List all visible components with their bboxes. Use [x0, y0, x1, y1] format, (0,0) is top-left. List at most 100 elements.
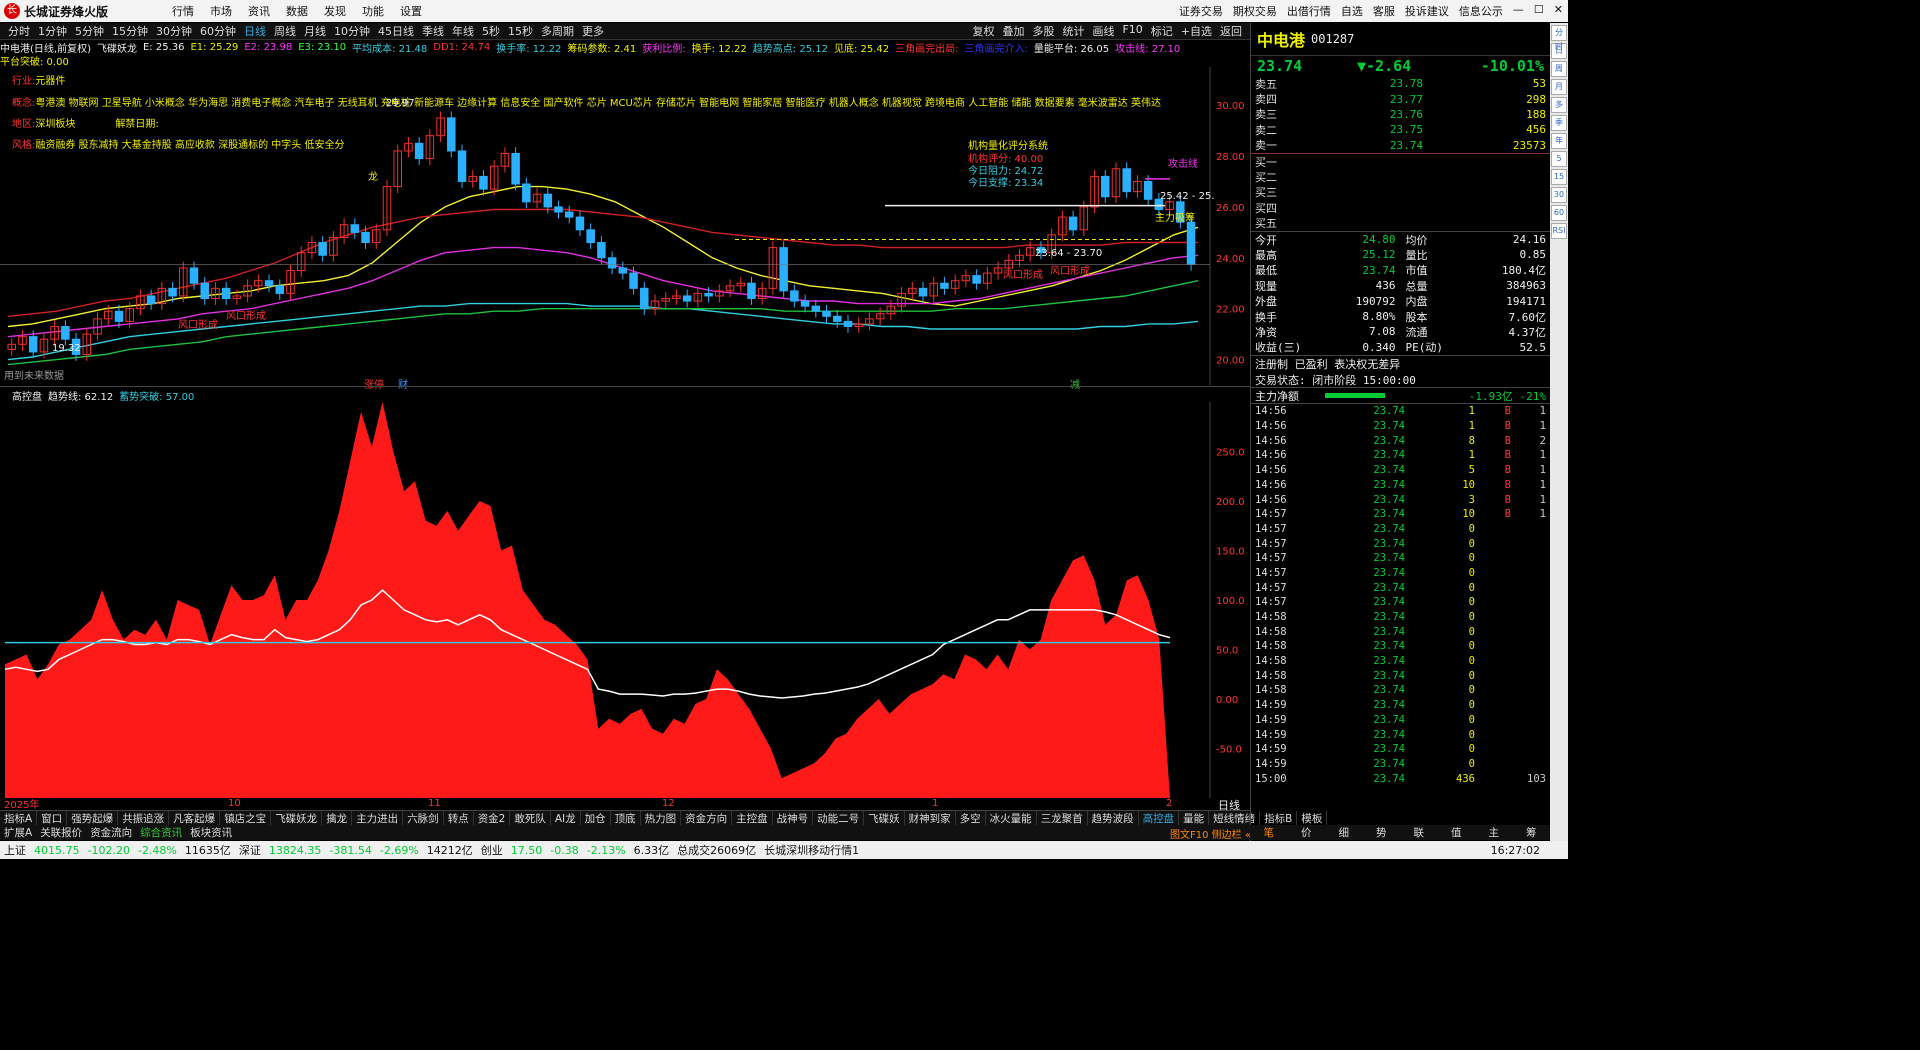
menu-2[interactable]: 资讯: [248, 3, 270, 19]
period-12[interactable]: 年线: [452, 23, 474, 39]
indicator-tab-19[interactable]: 战神号: [773, 810, 814, 826]
chart-tool-0[interactable]: 复权: [972, 23, 994, 39]
period-2[interactable]: 5分钟: [75, 23, 104, 39]
sidebar-btn-11[interactable]: RSI: [1551, 223, 1567, 239]
indicator-tab-6[interactable]: 飞碟妖龙: [271, 810, 323, 826]
period-8[interactable]: 月线: [304, 23, 326, 39]
ext-tab-1[interactable]: 关联报价: [36, 825, 86, 840]
indicator-tab-12[interactable]: 敢死队: [510, 810, 551, 826]
indicator-tab-21[interactable]: 飞碟妖: [864, 810, 905, 826]
top-link-4[interactable]: 客服: [1373, 3, 1395, 19]
panel-tab-0[interactable]: 笔: [1250, 825, 1288, 840]
period-1[interactable]: 1分钟: [38, 23, 67, 39]
indicator-tab-7[interactable]: 擒龙: [322, 810, 353, 826]
sidebar-btn-6[interactable]: 年: [1551, 133, 1567, 149]
f10-sidebar-link[interactable]: 图文F10 侧边栏 «: [1170, 826, 1251, 841]
menu-6[interactable]: 设置: [400, 3, 422, 19]
chart-tool-8[interactable]: 返回: [1220, 23, 1242, 39]
period-11[interactable]: 季线: [422, 23, 444, 39]
sidebar-btn-3[interactable]: 月: [1551, 79, 1567, 95]
ext-tab-2[interactable]: 资金流向: [86, 825, 136, 840]
period-7[interactable]: 周线: [274, 23, 296, 39]
kline-chart[interactable]: 30.00 28.00 26.00 24.00 22.00 20.00: [0, 67, 1250, 385]
indicator-tab-28[interactable]: 量能: [1179, 810, 1210, 826]
indicator-tab-26[interactable]: 趋势波段: [1088, 810, 1139, 826]
indicator-tab-27[interactable]: 高控盘: [1139, 810, 1180, 826]
bid-row[interactable]: 买二: [1251, 169, 1550, 184]
menu-0[interactable]: 行情: [172, 3, 194, 19]
sidebar-btn-2[interactable]: 周: [1551, 61, 1567, 77]
indicator-tab-3[interactable]: 共振追涨: [118, 810, 170, 826]
indicator-tab-15[interactable]: 顶底: [611, 810, 641, 826]
period-6[interactable]: 日线: [244, 23, 266, 39]
sidebar-btn-7[interactable]: 5: [1551, 151, 1567, 167]
minimize-icon[interactable]: —: [1513, 3, 1524, 19]
indicator-tab-14[interactable]: 加仓: [581, 810, 611, 826]
top-link-5[interactable]: 投诉建议: [1405, 3, 1449, 19]
close-icon[interactable]: ✕: [1554, 3, 1563, 19]
indicator-tab-11[interactable]: 资金2: [474, 810, 511, 826]
top-link-1[interactable]: 期权交易: [1233, 3, 1277, 19]
period-9[interactable]: 10分钟: [334, 23, 370, 39]
top-link-2[interactable]: 出借行情: [1287, 3, 1331, 19]
period-14[interactable]: 15秒: [508, 23, 533, 39]
indicator-tab-22[interactable]: 财神到家: [905, 810, 956, 826]
period-10[interactable]: 45日线: [378, 23, 414, 39]
period-5[interactable]: 60分钟: [200, 23, 236, 39]
panel-tab-6[interactable]: 主: [1475, 825, 1513, 840]
indicator-tab-10[interactable]: 转点: [444, 810, 474, 826]
indicator-tab-23[interactable]: 多空: [956, 810, 986, 826]
menu-5[interactable]: 功能: [362, 3, 384, 19]
chart-tool-1[interactable]: 叠加: [1002, 23, 1024, 39]
period-13[interactable]: 5秒: [482, 23, 500, 39]
indicator-tab-2[interactable]: 强势起爆: [67, 810, 119, 826]
menu-4[interactable]: 发现: [324, 3, 346, 19]
indicator-tab-4[interactable]: 凡客起爆: [169, 810, 221, 826]
sidebar-btn-0[interactable]: 分时: [1551, 25, 1567, 51]
panel-tab-5[interactable]: 值: [1438, 825, 1476, 840]
period-0[interactable]: 分时: [8, 23, 30, 39]
bid-row[interactable]: 买四: [1251, 200, 1550, 215]
period-4[interactable]: 30分钟: [156, 23, 192, 39]
ask-row[interactable]: 卖四 23.77 298: [1251, 91, 1550, 107]
indicator-tab-17[interactable]: 资金方向: [681, 810, 733, 826]
ask-row[interactable]: 卖一 23.74 23573: [1251, 138, 1550, 153]
sidebar-btn-9[interactable]: 30: [1551, 187, 1567, 203]
maximize-icon[interactable]: ☐: [1534, 3, 1544, 19]
top-link-6[interactable]: 信息公示: [1459, 3, 1503, 19]
panel-tab-7[interactable]: 筹: [1513, 825, 1551, 840]
indicator-tab-20[interactable]: 动能二号: [813, 810, 865, 826]
panel-tab-1[interactable]: 价: [1288, 825, 1326, 840]
ask-row[interactable]: 卖五 23.78 53: [1251, 76, 1550, 91]
chart-tool-2[interactable]: 多股: [1032, 23, 1054, 39]
indicator-tab-24[interactable]: 冰火量能: [986, 810, 1037, 826]
sidebar-btn-5[interactable]: 季: [1551, 115, 1567, 131]
chart-tool-5[interactable]: F10: [1122, 23, 1142, 39]
period-15[interactable]: 多周期: [541, 23, 574, 39]
chart-tool-6[interactable]: 标记: [1151, 23, 1173, 39]
bid-row[interactable]: 买三: [1251, 185, 1550, 200]
indicator-tab-5[interactable]: 镇店之宝: [220, 810, 272, 826]
ask-row[interactable]: 卖二 23.75 456: [1251, 122, 1550, 137]
indicator-tab-25[interactable]: 三龙聚首: [1037, 810, 1088, 826]
top-link-0[interactable]: 证券交易: [1179, 3, 1223, 19]
bid-row[interactable]: 买一: [1251, 154, 1550, 169]
indicator-tab-8[interactable]: 主力进出: [352, 810, 404, 826]
chart-tool-7[interactable]: +自选: [1181, 23, 1212, 39]
chart-tool-3[interactable]: 统计: [1062, 23, 1084, 39]
ext-tab-3[interactable]: 综合资讯: [136, 825, 186, 840]
panel-tab-4[interactable]: 联: [1400, 825, 1438, 840]
sidebar-btn-8[interactable]: 15: [1551, 169, 1567, 185]
indicator-tab-16[interactable]: 热力图: [641, 810, 682, 826]
chart-tool-4[interactable]: 画线: [1092, 23, 1114, 39]
sidebar-btn-4[interactable]: 多: [1551, 97, 1567, 113]
top-link-3[interactable]: 自选: [1341, 3, 1363, 19]
indicator-tab-18[interactable]: 主控盘: [732, 810, 773, 826]
ext-tab-0[interactable]: 扩展A: [0, 825, 36, 840]
panel-tab-2[interactable]: 细: [1325, 825, 1363, 840]
panel-tab-3[interactable]: 势: [1363, 825, 1401, 840]
sidebar-btn-1[interactable]: 日: [1551, 43, 1567, 59]
menu-3[interactable]: 数据: [286, 3, 308, 19]
ask-row[interactable]: 卖三 23.76 188: [1251, 107, 1550, 122]
indicator-tab-13[interactable]: AI龙: [551, 810, 581, 826]
